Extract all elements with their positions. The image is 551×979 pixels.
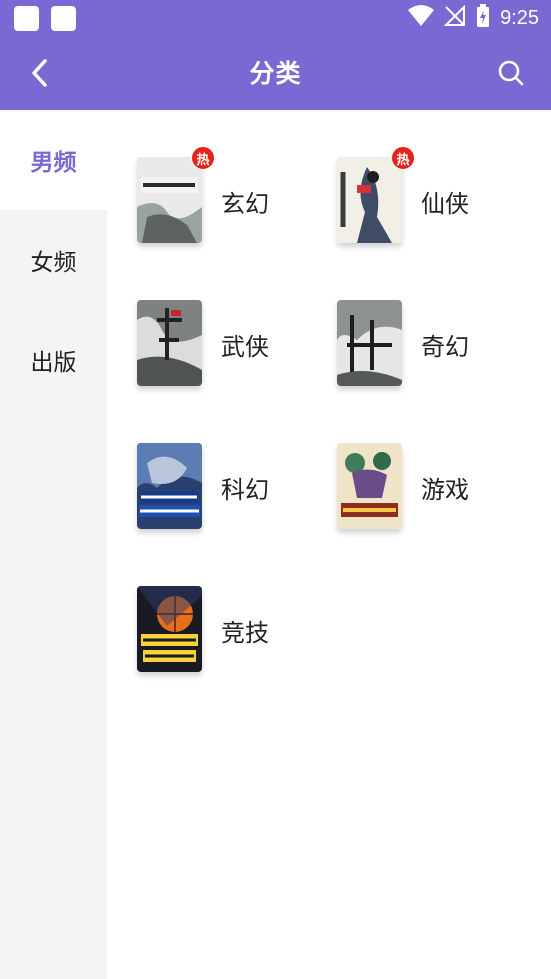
category-label: 玄幻 — [221, 190, 269, 218]
sidebar-item-publish[interactable]: 出版 — [0, 310, 107, 410]
category-label: 奇幻 — [421, 333, 469, 361]
category-screen: 9:25 分类 男频 女频 出版 热 玄幻 热 仙侠 武侠 奇幻 科幻 游戏 竞… — [0, 0, 551, 979]
book-cover-image — [137, 586, 202, 672]
status-bar: 9:25 — [0, 0, 551, 36]
clock: 9:25 — [500, 6, 539, 29]
wifi-icon — [408, 5, 435, 31]
category-label: 游戏 — [421, 476, 469, 504]
battery-icon — [476, 4, 490, 32]
book-cover-image — [337, 157, 402, 243]
no-signal-icon — [443, 4, 466, 31]
category-item-xuanhuan[interactable]: 热 玄幻 — [107, 110, 307, 243]
book-cover-image — [337, 300, 402, 386]
search-icon — [498, 60, 524, 86]
notification-icon — [14, 6, 39, 31]
book-cover-image — [337, 443, 402, 529]
notification-icons — [14, 6, 76, 31]
category-label: 仙侠 — [421, 190, 469, 218]
book-cover-image — [137, 157, 202, 243]
hot-badge: 热 — [191, 146, 215, 170]
category-item-youxi[interactable]: 游戏 — [307, 396, 507, 529]
search-button[interactable] — [489, 51, 533, 95]
category-item-kehuan[interactable]: 科幻 — [107, 396, 307, 529]
category-sidebar: 男频 女频 出版 — [0, 110, 107, 979]
book-cover-image — [137, 300, 202, 386]
category-label: 竞技 — [221, 619, 269, 647]
category-item-xianxia[interactable]: 热 仙侠 — [307, 110, 507, 243]
category-item-wuxia[interactable]: 武侠 — [107, 253, 307, 386]
category-item-qihuan[interactable]: 奇幻 — [307, 253, 507, 386]
category-label: 科幻 — [221, 476, 269, 504]
notification-icon — [51, 6, 76, 31]
category-label: 武侠 — [221, 333, 269, 361]
system-icons: 9:25 — [408, 4, 539, 32]
sidebar-item-male[interactable]: 男频 — [0, 110, 107, 210]
app-bar: 分类 — [0, 36, 551, 110]
book-cover-image — [137, 443, 202, 529]
category-item-jingji[interactable]: 竞技 — [107, 539, 307, 672]
page-title: 分类 — [249, 59, 302, 88]
hot-badge: 热 — [391, 146, 415, 170]
sidebar-item-female[interactable]: 女频 — [0, 210, 107, 310]
